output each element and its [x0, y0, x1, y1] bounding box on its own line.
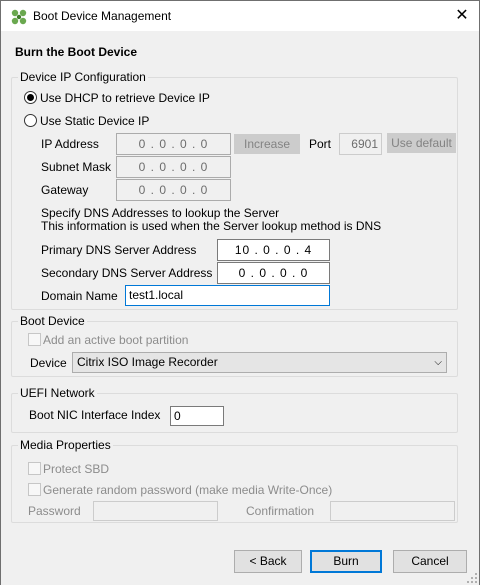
resize-grip-icon[interactable]: [467, 573, 477, 583]
domain-name-label: Domain Name: [41, 289, 118, 303]
secondary-dns-label: Secondary DNS Server Address: [41, 266, 213, 280]
boot-nic-index-input[interactable]: 0: [170, 406, 224, 426]
boot-device-management-window: Boot Device Management ✕ Burn the Boot D…: [0, 0, 480, 585]
device-ip-configuration-group: Device IP Configuration Use DHCP to retr…: [11, 70, 458, 310]
boot-device-group: Boot Device Add an active boot partition…: [11, 314, 458, 377]
dialog-footer: < Back Burn Cancel: [1, 541, 479, 585]
dialog-content: Burn the Boot Device Device IP Configura…: [1, 31, 479, 541]
static-ip-label[interactable]: Use Static Device IP: [40, 114, 149, 128]
boot-device-legend: Boot Device: [18, 314, 87, 328]
page-heading: Burn the Boot Device: [15, 45, 138, 59]
boot-nic-index-label: Boot NIC Interface Index: [29, 408, 161, 422]
protect-sbd-checkbox[interactable]: [28, 462, 41, 475]
protect-sbd-label: Protect SBD: [43, 462, 110, 476]
media-properties-group: Media Properties Protect SBD Generate ra…: [11, 438, 458, 523]
use-default-button[interactable]: Use default: [387, 133, 456, 153]
close-button[interactable]: ✕: [445, 1, 479, 31]
random-password-checkbox[interactable]: [28, 483, 41, 496]
cancel-button[interactable]: Cancel: [393, 550, 467, 573]
port-label: Port: [309, 137, 332, 151]
static-ip-radio[interactable]: [24, 114, 37, 127]
add-boot-partition-checkbox[interactable]: [28, 333, 41, 346]
password-input[interactable]: [93, 501, 218, 521]
gateway-input[interactable]: 0 . 0 . 0 . 0: [116, 179, 231, 201]
ip-address-label: IP Address: [41, 137, 99, 151]
increase-button[interactable]: Increase: [234, 134, 300, 154]
dns-note-line2: This information is used when the Server…: [41, 219, 382, 233]
uefi-network-group: UEFI Network Boot NIC Interface Index 0: [11, 386, 458, 433]
dns-note-line1: Specify DNS Addresses to lookup the Serv…: [41, 206, 280, 220]
subnet-mask-label: Subnet Mask: [41, 160, 112, 174]
uefi-network-legend: UEFI Network: [18, 386, 97, 400]
media-properties-legend: Media Properties: [18, 438, 113, 452]
ip-address-input[interactable]: 0 . 0 . 0 . 0: [116, 133, 231, 155]
title-bar: Boot Device Management ✕: [1, 1, 479, 31]
device-label: Device: [30, 356, 67, 370]
dhcp-label[interactable]: Use DHCP to retrieve Device IP: [40, 91, 210, 105]
close-icon: ✕: [455, 7, 469, 24]
confirmation-label: Confirmation: [246, 504, 315, 518]
citrix-logo-icon: [11, 9, 27, 25]
confirmation-input[interactable]: [330, 501, 455, 521]
secondary-dns-input[interactable]: 0 . 0 . 0 . 0: [217, 262, 330, 284]
subnet-mask-input[interactable]: 0 . 0 . 0 . 0: [116, 156, 231, 178]
burn-button[interactable]: Burn: [310, 550, 382, 573]
device-select[interactable]: Citrix ISO Image Recorder ⌵: [72, 352, 447, 373]
add-boot-partition-label: Add an active boot partition: [43, 333, 189, 347]
window-title: Boot Device Management: [33, 9, 172, 23]
device-ip-configuration-legend: Device IP Configuration: [18, 70, 148, 84]
chevron-down-icon: ⌵: [434, 357, 442, 368]
device-select-value: Citrix ISO Image Recorder: [77, 355, 218, 369]
back-button[interactable]: < Back: [234, 550, 302, 573]
random-password-label: Generate random password (make media Wri…: [43, 483, 333, 497]
primary-dns-label: Primary DNS Server Address: [41, 243, 197, 257]
domain-name-input[interactable]: test1.local: [125, 285, 330, 306]
dhcp-radio[interactable]: [24, 91, 37, 104]
primary-dns-input[interactable]: 10 . 0 . 0 . 4: [217, 239, 330, 261]
password-label: Password: [28, 504, 81, 518]
gateway-label: Gateway: [41, 183, 89, 197]
port-input[interactable]: 6901: [339, 133, 382, 155]
